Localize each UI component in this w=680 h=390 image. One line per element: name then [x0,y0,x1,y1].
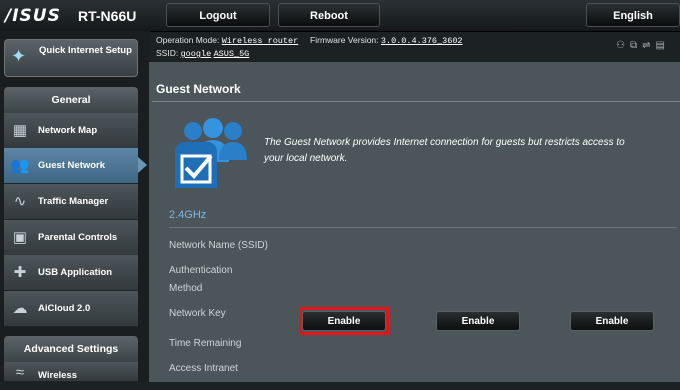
top-bar: /ISUS RT-N66U Logout Reboot English [0,0,680,32]
magic-wand-icon: ✦ [11,46,27,66]
traffic-manager-icon: ∿ [13,193,27,210]
printer-icon[interactable]: ▤ [656,40,670,51]
network-map-icon: ▦ [12,122,28,139]
sidebar-item-label: Wireless [38,370,77,381]
field-label-network-name: Network Name (SSID) [169,240,268,251]
sidebar-item-label: Parental Controls [38,232,118,243]
sidebar-item-label: Network Map [38,125,98,136]
sidebar-item-label: Guest Network [38,160,106,171]
sidebar-item-traffic-manager[interactable]: ∿ Traffic Manager [4,184,138,220]
operation-mode-label: Operation Mode: [156,35,220,45]
asus-logo: /ISUS [5,6,61,26]
main-panel [149,62,680,382]
reboot-button[interactable]: Reboot [278,3,380,27]
router-model: RT-N66U [78,8,137,24]
operation-mode-info: Operation Mode: Wireless router Firmware… [156,35,463,46]
page-title: Guest Network [156,82,241,96]
sidebar-item-guest-network[interactable]: 👥 Guest Network [4,148,138,184]
sidebar-item-wireless[interactable]: ≈ Wireless [4,362,138,382]
band-label: 2.4GHz [169,209,207,221]
operation-mode-link[interactable]: Wireless router [222,36,299,46]
general-header: General [4,87,138,113]
field-label-access-intranet: Access Intranet [169,363,238,374]
parental-controls-icon: ▣ [12,229,28,246]
sidebar-item-network-map[interactable]: ▦ Network Map [4,113,138,149]
language-selector[interactable]: English [586,3,680,27]
logout-button[interactable]: Logout [166,3,270,27]
ssid-link-1[interactable]: google [181,49,212,59]
enable-button-2[interactable]: Enable [436,311,520,331]
field-label-time-remaining: Time Remaining [169,338,242,349]
guest-network-illustration-icon [175,118,247,188]
ssid-info: SSID: google ASUS_5G [156,48,249,59]
guest-network-description: The Guest Network provides Internet conn… [264,137,625,164]
copy-icon[interactable]: ⧉ [630,40,642,51]
title-divider [152,101,680,102]
wireless-icon: ≈ [15,364,25,381]
advanced-settings-header: Advanced Settings [4,336,138,362]
quick-internet-setup-button[interactable]: ✦ Quick Internet Setup [4,39,138,77]
field-label-network-key: Network Key [169,308,226,319]
field-label-authentication-method: Authentication Method [169,265,233,294]
active-indicator-arrow [138,157,147,173]
sidebar-item-label: Traffic Manager [38,196,109,207]
users-icon[interactable]: ⚇ [616,40,630,51]
quick-internet-setup-label: Quick Internet Setup [39,45,132,56]
sidebar-item-aicloud[interactable]: ☁ AiCloud 2.0 [4,291,138,327]
ssid-label: SSID: [156,48,179,58]
sidebar-item-parental-controls[interactable]: ▣ Parental Controls [4,220,138,256]
band-divider [169,227,677,228]
sidebar-item-label: AiCloud 2.0 [38,303,91,314]
guest-network-icon: 👥 [10,157,30,174]
firmware-label: Firmware Version: [310,35,379,45]
sidebar-item-label: USB Application [38,267,113,278]
usb-icon[interactable]: ⇌ [642,40,655,51]
ssid-link-2[interactable]: ASUS_5G [214,49,250,59]
enable-button-3[interactable]: Enable [570,311,654,331]
usb-application-icon: ✚ [13,264,27,281]
status-icons: ⚇⧉⇌▤ [616,40,670,51]
aicloud-icon: ☁ [12,300,28,317]
firmware-link[interactable]: 3.0.0.4.376_3602 [381,36,463,46]
highlight-box [299,307,389,335]
sidebar-item-usb-application[interactable]: ✚ USB Application [4,255,138,291]
